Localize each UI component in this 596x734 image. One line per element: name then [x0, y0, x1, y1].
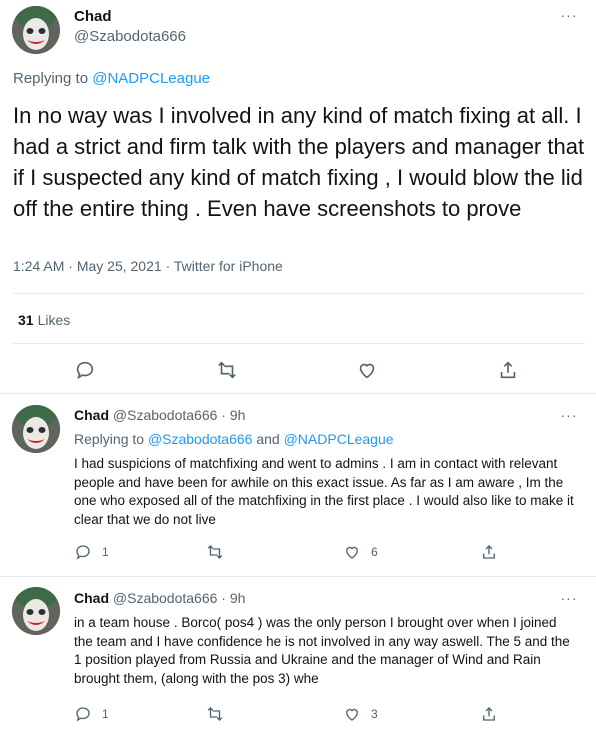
reply-count: 1 [102, 707, 109, 721]
retweet-icon [207, 707, 223, 721]
tweet-date[interactable]: May 25, 2021 [77, 258, 162, 274]
tweet-source[interactable]: Twitter for iPhone [174, 258, 283, 274]
share-button[interactable] [480, 705, 498, 723]
avatar-joker-image [12, 6, 60, 54]
reply-author-handle[interactable]: @Szabodota666 [113, 590, 218, 606]
share-icon [483, 545, 495, 559]
more-icon[interactable]: ··· [559, 591, 579, 605]
reply-button[interactable]: 1 [74, 543, 109, 561]
reply-count: 1 [102, 545, 109, 559]
like-icon [346, 546, 358, 559]
reply-1-header: Chad @Szabodota666 · 9h [74, 407, 246, 423]
reply-author-handle[interactable]: @Szabodota666 [113, 407, 218, 423]
tweet-meta: 1:24 AM · May 25, 2021 · Twitter for iPh… [13, 258, 283, 274]
reply-icon [76, 545, 90, 560]
replying-to-link[interactable]: @NADPCLeague [92, 70, 210, 87]
more-icon[interactable]: ··· [559, 8, 579, 22]
main-tweet-avatar[interactable] [12, 6, 60, 54]
reply-2-header: Chad @Szabodota666 · 9h [74, 590, 246, 606]
replying-to-label: Replying to [13, 70, 89, 87]
replying-to-line: Replying to @NADPCLeague [13, 70, 210, 87]
likes-summary[interactable]: 31 Likes [18, 312, 70, 328]
like-icon[interactable] [356, 359, 378, 381]
reply-icon[interactable] [74, 359, 96, 381]
divider [0, 576, 596, 577]
reply-author-name[interactable]: Chad [74, 407, 109, 423]
share-icon [483, 707, 495, 721]
divider [13, 293, 585, 294]
reply-1-text: I had suspicions of matchfixing and went… [74, 456, 574, 527]
like-button[interactable]: 6 [343, 543, 378, 561]
more-icon[interactable]: ··· [559, 408, 579, 422]
main-tweet-text: In no way was I involved in any kind of … [13, 103, 585, 221]
reply-2-avatar[interactable] [12, 587, 60, 635]
share-icon[interactable] [497, 359, 519, 381]
reply-icon [76, 707, 90, 722]
replying-and: and [256, 431, 280, 447]
retweet-button[interactable] [206, 543, 224, 561]
like-icon [346, 708, 358, 721]
reply-age[interactable]: 9h [230, 407, 246, 423]
share-button[interactable] [480, 543, 498, 561]
divider [0, 393, 596, 394]
likes-count: 31 [18, 312, 34, 328]
like-count: 6 [371, 545, 378, 559]
reply-author-name[interactable]: Chad [74, 590, 109, 606]
like-button[interactable]: 3 [343, 705, 378, 723]
reply-2-text: in a team house . Borco( pos4 ) was the … [74, 615, 570, 686]
reply-1-avatar[interactable] [12, 405, 60, 453]
replying-to-link[interactable]: @Szabodota666 [148, 431, 253, 447]
retweet-icon[interactable] [216, 359, 238, 381]
tweet-time[interactable]: 1:24 AM [13, 258, 64, 274]
replying-to-label: Replying to [74, 431, 145, 447]
main-author-handle[interactable]: @Szabodota666 [74, 28, 186, 45]
reply-1-replying-to: Replying to @Szabodota666 and @NADPCLeag… [74, 431, 394, 447]
divider [13, 343, 585, 344]
reply-button[interactable]: 1 [74, 705, 109, 723]
retweet-button[interactable] [206, 705, 224, 723]
main-author-name[interactable]: Chad [74, 8, 112, 25]
likes-label: Likes [37, 312, 71, 328]
avatar-joker-image [12, 587, 60, 635]
replying-to-link[interactable]: @NADPCLeague [284, 431, 394, 447]
reply-age[interactable]: 9h [230, 590, 246, 606]
like-count: 3 [371, 707, 378, 721]
avatar-joker-image [12, 405, 60, 453]
retweet-icon [207, 545, 223, 559]
